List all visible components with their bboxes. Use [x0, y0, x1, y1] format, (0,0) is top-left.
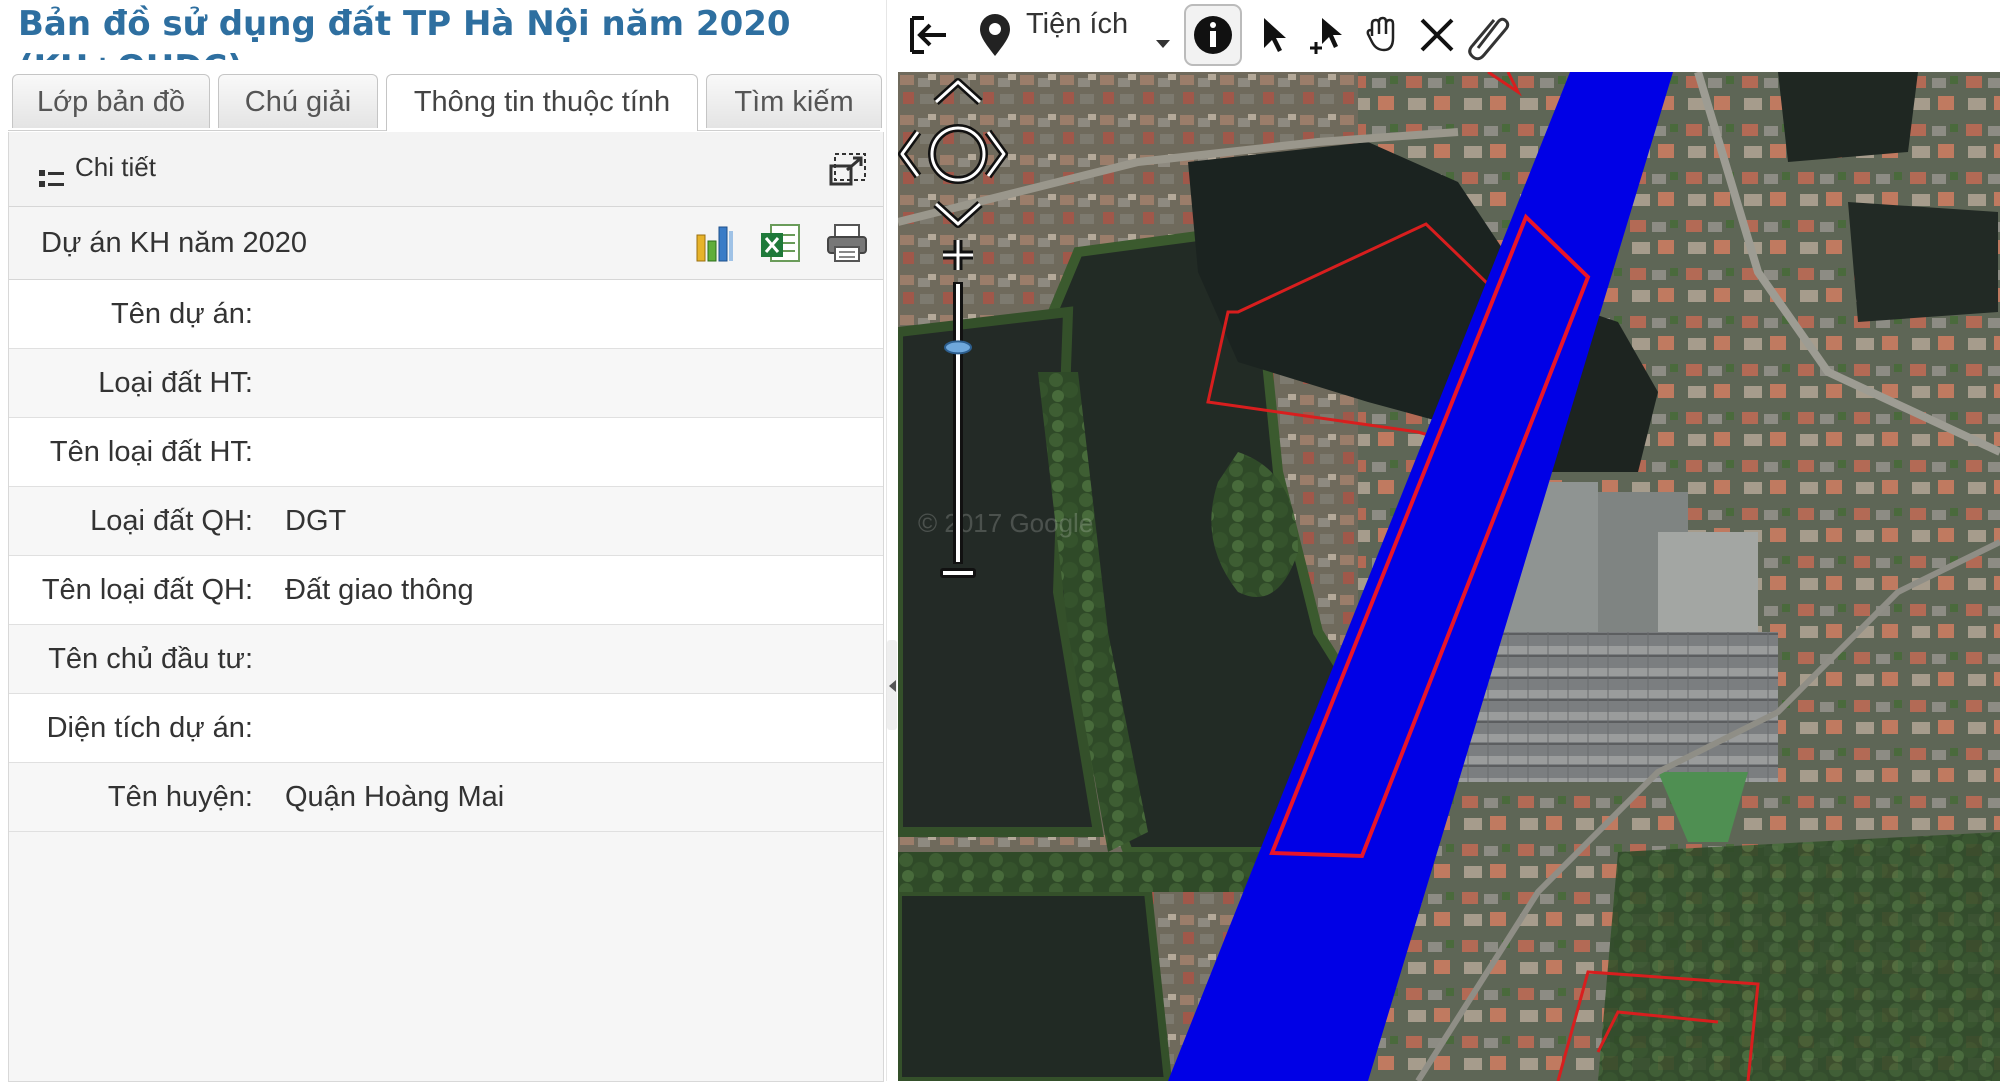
- table-row: Loại đất HT:: [9, 349, 883, 418]
- table-row: Tên dự án:: [9, 280, 883, 349]
- attribute-table: Tên dự án: Loại đất HT: Tên loại đất HT:…: [9, 280, 883, 832]
- attr-label: Tên huyện:: [107, 781, 253, 813]
- tab-lop-ban-do[interactable]: Lớp bản đồ: [12, 74, 210, 128]
- zoom-slider-handle[interactable]: [944, 340, 972, 355]
- dropdown-caret-icon[interactable]: [1148, 8, 1178, 62]
- expand-icon[interactable]: [829, 150, 869, 188]
- zoom-out-icon[interactable]: [940, 568, 976, 578]
- pan-down-icon[interactable]: [933, 201, 983, 228]
- tien-ich-menu[interactable]: Tiện ích: [1026, 8, 1128, 41]
- tab-thong-tin-thuoc-tinh[interactable]: Thông tin thuộc tính: [386, 74, 698, 131]
- attach-icon[interactable]: [1464, 8, 1514, 62]
- pan-up-icon[interactable]: [933, 78, 983, 105]
- left-panel: Bản đồ sử dụng đất TP Hà Nội năm 2020 (K…: [0, 0, 886, 1082]
- tab-chu-giai[interactable]: Chú giải: [218, 74, 378, 128]
- table-row: Tên huyện: Quận Hoàng Mai: [9, 763, 883, 832]
- attr-label: Tên chủ đầu tư:: [48, 643, 253, 675]
- attr-value: Quận Hoàng Mai: [285, 781, 505, 813]
- project-title: Dự án KH năm 2020: [41, 227, 308, 259]
- table-row: Tên chủ đầu tư:: [9, 625, 883, 694]
- attr-label: Tên loại đất HT:: [49, 436, 253, 468]
- info-icon[interactable]: [1184, 4, 1242, 66]
- page-title: Bản đồ sử dụng đất TP Hà Nội năm 2020 (K…: [18, 4, 791, 60]
- attr-label: Diện tích dự án:: [46, 712, 253, 744]
- add-select-icon[interactable]: [1306, 8, 1356, 62]
- map-view: Tiện ích © 2017 Google: [898, 0, 2000, 1081]
- chart-icon[interactable]: [693, 221, 737, 265]
- excel-export-icon[interactable]: [759, 221, 803, 265]
- attribute-panel: Chi tiết Dự án KH năm 2020 Tên dự án: Lo…: [8, 132, 884, 1082]
- table-row: Tên loại đất HT:: [9, 418, 883, 487]
- list-icon: [39, 170, 64, 187]
- table-row: Tên loại đất QH: Đất giao thông: [9, 556, 883, 625]
- attr-label: Tên loại đất QH:: [41, 574, 253, 606]
- detail-label: Chi tiết: [75, 152, 156, 182]
- pan-right-icon[interactable]: [984, 129, 1008, 179]
- pan-left-icon[interactable]: [898, 129, 922, 179]
- table-row: Loại đất QH: DGT: [9, 487, 883, 556]
- attr-label: Loại đất HT:: [98, 367, 253, 399]
- print-icon[interactable]: [825, 221, 869, 265]
- tab-bar: Lớp bản đồ Chú giải Thông tin thuộc tính…: [8, 62, 882, 131]
- pan-hand-icon[interactable]: [1358, 8, 1408, 62]
- location-pin-icon[interactable]: [970, 8, 1020, 62]
- map-nav-control: [898, 78, 1008, 578]
- attr-value: DGT: [285, 505, 347, 537]
- map-toolbar: Tiện ích: [898, 0, 2000, 72]
- map-canvas[interactable]: © 2017 Google: [898, 72, 2000, 1081]
- attr-label: Tên dự án:: [111, 298, 253, 330]
- table-row: Diện tích dự án:: [9, 694, 883, 763]
- tab-tim-kiem[interactable]: Tìm kiếm: [706, 74, 882, 128]
- exit-icon[interactable]: [904, 8, 954, 62]
- attr-label: Loại đất QH:: [90, 505, 253, 537]
- collapse-left-icon[interactable]: [889, 680, 896, 692]
- detail-header: Chi tiết: [9, 132, 883, 207]
- attr-value: Đất giao thông: [285, 574, 474, 606]
- project-header: Dự án KH năm 2020: [9, 207, 883, 280]
- close-icon[interactable]: [1412, 8, 1462, 62]
- select-pointer-icon[interactable]: [1252, 8, 1302, 62]
- zoom-in-icon[interactable]: [943, 240, 973, 270]
- satellite-imagery: © 2017 Google: [898, 72, 2000, 1081]
